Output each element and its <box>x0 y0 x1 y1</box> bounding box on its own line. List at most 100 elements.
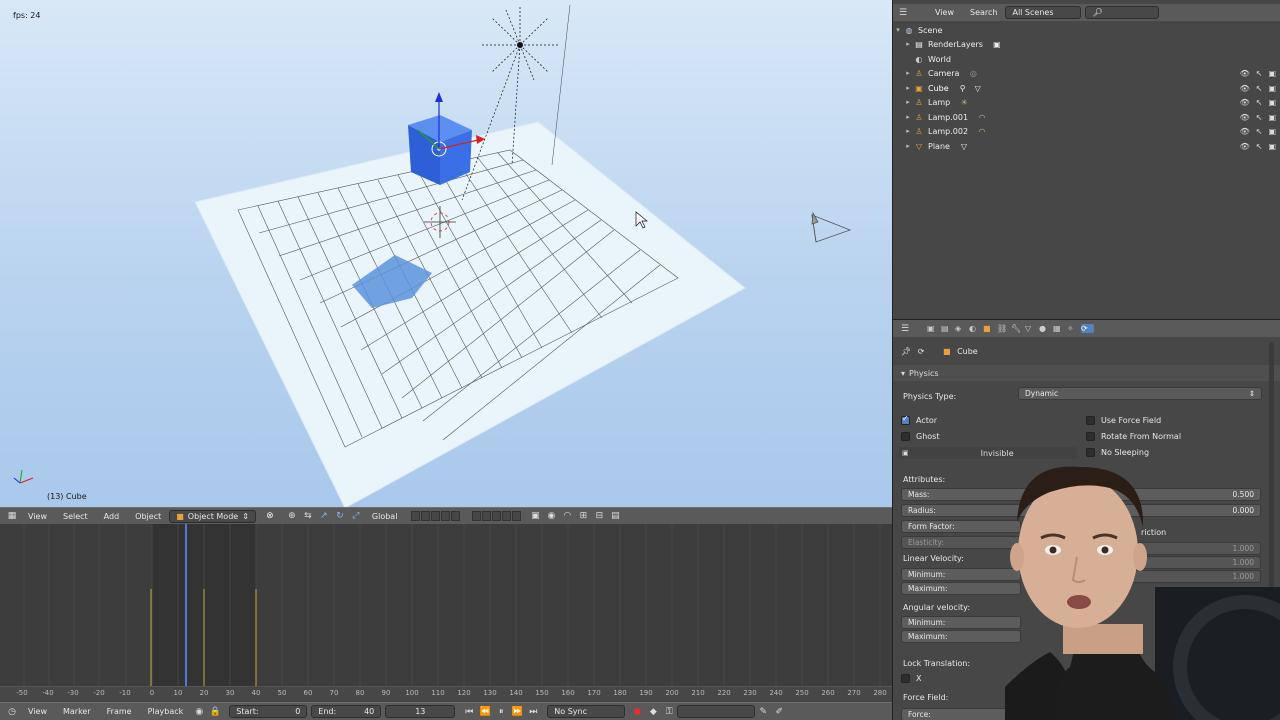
eye-icon[interactable]: 👁︎ <box>1240 69 1250 78</box>
form-factor-field[interactable]: Form Factor: <box>901 520 1021 533</box>
expand-icon[interactable]: ▸ <box>903 142 913 150</box>
pivot-icon[interactable]: ⊕ <box>286 510 298 522</box>
scenes-dropdown[interactable]: All Scenes <box>1005 6 1082 19</box>
render-icon[interactable]: ▣ <box>1268 142 1276 151</box>
modifiers-tab-icon[interactable]: 🔧︎ <box>1011 324 1023 333</box>
render-icon[interactable]: ▣ <box>1268 69 1276 78</box>
editor-type-icon[interactable]: ☰ <box>899 8 911 18</box>
record-icon[interactable]: ● <box>631 706 643 718</box>
3d-viewport[interactable]: fps: 24 (13) Cube <box>0 0 892 507</box>
outliner-item-scene[interactable]: ▾ ◍ Scene <box>893 23 1280 37</box>
falloff-icon[interactable]: ◠ <box>561 510 573 522</box>
actor-checkbox[interactable]: Actor <box>901 414 937 425</box>
render-icon[interactable]: ▣ <box>1268 113 1276 122</box>
rotate-from-normal-checkbox[interactable]: Rotate From Normal <box>1086 432 1181 441</box>
outliner-item-lamp[interactable]: ▸ ♙ Lamp ✳ 👁︎ ↖ ▣ <box>893 95 1280 109</box>
editor-type-icon[interactable]: ☰ <box>901 324 915 334</box>
proportional-edit-icon[interactable]: ◉ <box>545 510 557 522</box>
manipulator-toggle-icon[interactable]: ⇆ <box>302 510 314 522</box>
scene-tab-icon[interactable]: ◈ <box>955 324 967 333</box>
sync-dropdown[interactable]: No Sync <box>547 705 626 718</box>
cursor-icon[interactable]: ↖ <box>1256 98 1263 107</box>
render-icon[interactable]: ▤ <box>609 510 621 522</box>
texture-tab-icon[interactable]: ▦ <box>1053 324 1065 333</box>
outliner-item-world[interactable]: ◐ World <box>893 52 1280 66</box>
menu-playback[interactable]: Playback <box>140 707 192 716</box>
visibility-toggles[interactable]: 👁︎ ↖ ▣ <box>1240 98 1276 107</box>
jump-end-icon[interactable]: ⏭ <box>527 706 539 718</box>
prev-keyframe-icon[interactable]: ⏪ <box>479 706 491 718</box>
snap-target-icon[interactable]: ⊟ <box>593 510 605 522</box>
end-frame-field[interactable]: End: 40 <box>311 705 382 718</box>
pause-icon[interactable]: ⏸ <box>495 706 507 718</box>
linear-min-field[interactable]: Minimum: <box>901 568 1021 581</box>
layer-buttons[interactable] <box>411 511 461 521</box>
translate-icon[interactable]: ↗ <box>318 510 330 522</box>
expand-icon[interactable]: ▸ <box>903 84 913 92</box>
elasticity-field[interactable]: Elasticity: <box>901 536 1021 549</box>
expand-icon[interactable]: ▸ <box>903 127 913 135</box>
eye-icon[interactable]: 👁︎ <box>1240 142 1250 151</box>
object-tab-icon[interactable]: ■ <box>983 324 995 333</box>
menu-select[interactable]: Select <box>55 512 96 521</box>
collapse-icon[interactable]: ▾ <box>893 26 903 34</box>
snap-icon[interactable]: ⊞ <box>577 510 589 522</box>
cursor-icon[interactable]: ↖ <box>1256 84 1263 93</box>
orientation-dropdown[interactable]: Global <box>364 512 406 521</box>
eye-icon[interactable]: 👁︎ <box>1240 127 1250 136</box>
outliner-search-input[interactable]: 🔎︎ <box>1085 6 1160 19</box>
outliner-item-cube[interactable]: ▸ ▣ Cube ⚲ ▽ 👁︎ ↖ ▣ <box>893 81 1280 95</box>
scale-icon[interactable]: ⤢ <box>350 510 362 522</box>
outliner-item-camera[interactable]: ▸ ♙ Camera ◎ 👁︎ ↖ ▣ <box>893 66 1280 80</box>
visibility-toggles[interactable]: 👁︎ ↖ ▣ <box>1240 84 1276 93</box>
eye-icon[interactable]: 👁︎ <box>1240 84 1250 93</box>
use-force-field-checkbox[interactable]: Use Force Field <box>1086 416 1161 425</box>
render-icon[interactable]: ▣ <box>1268 84 1276 93</box>
menu-object[interactable]: Object <box>127 512 169 521</box>
visibility-toggles[interactable]: 👁︎ ↖ ▣ <box>1240 113 1276 122</box>
outliner-item-plane[interactable]: ▸ ▽ Plane ▽ 👁︎ ↖ ▣ <box>893 139 1280 153</box>
angular-max-field[interactable]: Maximum: <box>901 630 1021 643</box>
shading-icon[interactable]: ⊗ <box>264 510 276 522</box>
next-keyframe-icon[interactable]: ⏩ <box>511 706 523 718</box>
cursor-icon[interactable]: ↖ <box>1256 113 1263 122</box>
horizontal-split[interactable] <box>893 319 1280 320</box>
delete-key-icon[interactable]: ✐ <box>773 706 785 718</box>
constraints-tab-icon[interactable]: ⛓ <box>997 324 1009 333</box>
eye-icon[interactable]: 👁︎ <box>1240 98 1250 107</box>
expand-icon[interactable]: ▸ <box>903 113 913 121</box>
keying-set-icon[interactable]: ⚿ <box>663 706 675 718</box>
lock-icon[interactable]: ▣ <box>529 510 541 522</box>
cursor-icon[interactable]: ↖ <box>1256 127 1263 136</box>
expand-icon[interactable]: ▸ <box>903 69 913 77</box>
current-frame-field[interactable]: 13 <box>385 705 456 718</box>
layers-tab-icon[interactable]: ▤ <box>941 324 953 333</box>
frame-ruler[interactable]: -50 -40 -30 -20 -10 0 10 20 30 40 50 60 … <box>0 686 892 702</box>
menu-search[interactable]: Search <box>962 8 1005 17</box>
pin-icon[interactable]: 📌︎ <box>901 347 911 356</box>
expand-icon[interactable]: ▸ <box>903 98 913 106</box>
lock-icon[interactable]: 🔒 <box>209 706 221 718</box>
menu-frame[interactable]: Frame <box>99 707 140 716</box>
invisible-toggle[interactable]: ▣ Invisible <box>899 447 1077 459</box>
eye-icon[interactable]: 👁︎ <box>1240 113 1250 122</box>
cursor-icon[interactable]: ↖ <box>1256 142 1263 151</box>
layer-buttons-2[interactable] <box>472 511 522 521</box>
linear-max-field[interactable]: Maximum: <box>901 582 1021 595</box>
menu-view[interactable]: View <box>20 707 55 716</box>
physics-tab-icon[interactable]: ⟳ <box>1081 324 1094 333</box>
material-tab-icon[interactable]: ● <box>1039 324 1051 333</box>
outliner-item-renderlayers[interactable]: ▸ ▤ RenderLayers ▣ <box>893 37 1280 51</box>
visibility-toggles[interactable]: 👁︎ ↖ ▣ <box>1240 127 1276 136</box>
jump-start-icon[interactable]: ⏮ <box>463 706 475 718</box>
outliner-item-lamp002[interactable]: ▸ ♙ Lamp.002 ◠ 👁︎ ↖ ▣ <box>893 124 1280 138</box>
visibility-toggles[interactable]: 👁︎ ↖ ▣ <box>1240 69 1276 78</box>
world-tab-icon[interactable]: ◐ <box>969 324 981 333</box>
editor-type-icon[interactable]: ▦ <box>6 510 18 522</box>
editor-type-icon[interactable]: ◷ <box>6 706 18 718</box>
physics-type-dropdown[interactable]: Dynamic ⇕ <box>1018 387 1262 400</box>
render-icon[interactable]: ▣ <box>1268 98 1276 107</box>
mode-dropdown[interactable]: ■ Object Mode ⇕ <box>169 509 256 523</box>
vertical-split[interactable] <box>892 0 893 720</box>
lock-x-checkbox[interactable]: X <box>901 674 921 683</box>
